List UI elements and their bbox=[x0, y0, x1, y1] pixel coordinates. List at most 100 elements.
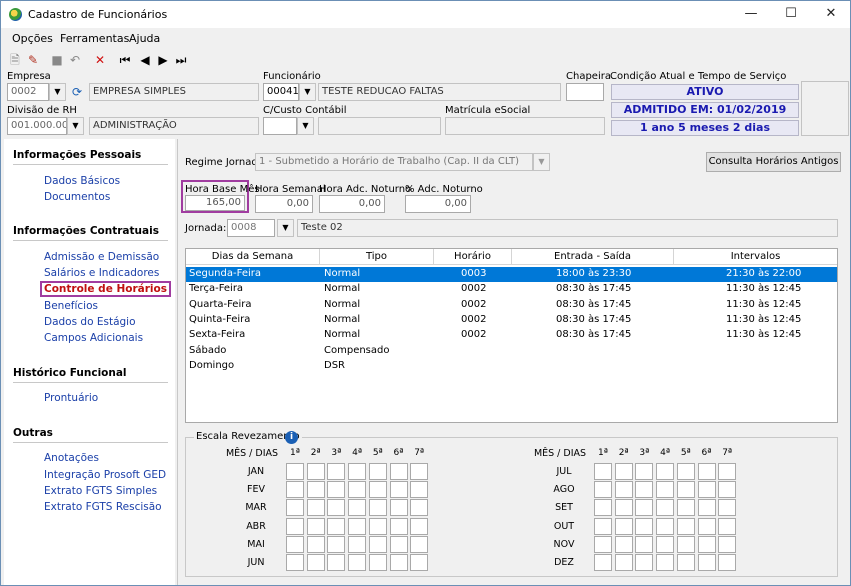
escala-day-checkbox[interactable] bbox=[697, 463, 716, 480]
escala-day-checkbox[interactable] bbox=[389, 499, 408, 517]
escala-day-checkbox[interactable] bbox=[389, 554, 408, 571]
menu-opcoes[interactable]: Opções bbox=[12, 32, 53, 45]
escala-day-checkbox[interactable] bbox=[410, 499, 429, 517]
schedule-grid[interactable]: Dias da Semana Tipo Horário Entrada - Sa… bbox=[185, 248, 838, 423]
escala-day-checkbox[interactable] bbox=[718, 463, 737, 480]
escala-day-checkbox[interactable] bbox=[614, 554, 633, 571]
ccusto-code-field[interactable] bbox=[263, 117, 297, 135]
sidebar-item-campos-adicionais[interactable]: Campos Adicionais bbox=[44, 332, 143, 344]
escala-day-checkbox[interactable] bbox=[368, 499, 387, 517]
menu-ferramentas[interactable]: Ferramentas bbox=[60, 32, 129, 45]
column-header[interactable]: Horário bbox=[434, 249, 512, 265]
escala-day-checkbox[interactable] bbox=[656, 481, 675, 499]
escala-day-checkbox[interactable] bbox=[348, 499, 367, 517]
escala-day-checkbox[interactable] bbox=[389, 535, 408, 553]
refresh-icon[interactable]: ⟳ bbox=[69, 84, 85, 100]
info-icon[interactable]: i bbox=[285, 431, 298, 444]
escala-day-checkbox[interactable] bbox=[676, 554, 695, 571]
escala-day-checkbox[interactable] bbox=[656, 554, 675, 571]
escala-day-checkbox[interactable] bbox=[697, 535, 716, 553]
escala-day-checkbox[interactable] bbox=[389, 481, 408, 499]
escala-day-checkbox[interactable] bbox=[368, 463, 387, 480]
last-record-icon[interactable]: ⏭ bbox=[173, 52, 189, 68]
escala-day-checkbox[interactable] bbox=[594, 463, 612, 480]
escala-day-checkbox[interactable] bbox=[718, 535, 737, 553]
escala-day-checkbox[interactable] bbox=[368, 481, 387, 499]
regime-select[interactable]: 1 - Submetido a Horário de Trabalho (Cap… bbox=[255, 153, 533, 171]
escala-day-checkbox[interactable] bbox=[635, 499, 654, 517]
sidebar-item-salarios[interactable]: Salários e Indicadores bbox=[44, 267, 159, 279]
escala-day-checkbox[interactable] bbox=[286, 499, 304, 517]
escala-day-checkbox[interactable] bbox=[368, 535, 387, 553]
escala-day-checkbox[interactable] bbox=[697, 554, 716, 571]
escala-day-checkbox[interactable] bbox=[410, 463, 429, 480]
escala-day-checkbox[interactable] bbox=[614, 535, 633, 553]
escala-day-checkbox[interactable] bbox=[348, 517, 367, 535]
sidebar-item-ged[interactable]: Integração Prosoft GED bbox=[44, 469, 166, 481]
escala-day-checkbox[interactable] bbox=[635, 517, 654, 535]
delete-x-icon[interactable]: ✕ bbox=[92, 52, 108, 68]
escala-day-checkbox[interactable] bbox=[635, 463, 654, 480]
escala-day-checkbox[interactable] bbox=[389, 463, 408, 480]
sidebar-item-anotacoes[interactable]: Anotações bbox=[44, 452, 99, 464]
escala-day-checkbox[interactable] bbox=[306, 463, 325, 480]
escala-day-checkbox[interactable] bbox=[697, 481, 716, 499]
escala-day-checkbox[interactable] bbox=[718, 554, 737, 571]
sidebar-item-documentos[interactable]: Documentos bbox=[44, 191, 110, 203]
escala-day-checkbox[interactable] bbox=[410, 554, 429, 571]
sidebar-item-fgts-rescisao[interactable]: Extrato FGTS Rescisão bbox=[44, 501, 162, 513]
escala-day-checkbox[interactable] bbox=[306, 554, 325, 571]
consulta-horarios-button[interactable]: Consulta Horários Antigos bbox=[706, 152, 841, 172]
escala-day-checkbox[interactable] bbox=[656, 517, 675, 535]
escala-day-checkbox[interactable] bbox=[676, 463, 695, 480]
escala-day-checkbox[interactable] bbox=[676, 517, 695, 535]
escala-day-checkbox[interactable] bbox=[697, 499, 716, 517]
escala-day-checkbox[interactable] bbox=[614, 499, 633, 517]
minimize-icon[interactable]: — bbox=[736, 4, 766, 24]
divisao-code-field[interactable]: 001.000.000 bbox=[7, 117, 67, 135]
column-header[interactable]: Entrada - Saída bbox=[512, 249, 674, 265]
chevron-down-icon[interactable]: ▼ bbox=[49, 83, 66, 101]
escala-day-checkbox[interactable] bbox=[410, 517, 429, 535]
escala-day-checkbox[interactable] bbox=[718, 481, 737, 499]
escala-day-checkbox[interactable] bbox=[594, 499, 612, 517]
sidebar-item-dados-basicos[interactable]: Dados Básicos bbox=[44, 175, 120, 187]
escala-day-checkbox[interactable] bbox=[327, 554, 346, 571]
column-header[interactable]: Dias da Semana bbox=[186, 249, 320, 265]
chevron-down-icon[interactable]: ▼ bbox=[299, 83, 316, 101]
escala-day-checkbox[interactable] bbox=[368, 517, 387, 535]
sidebar-item-fgts-simples[interactable]: Extrato FGTS Simples bbox=[44, 485, 157, 497]
escala-day-checkbox[interactable] bbox=[635, 535, 654, 553]
escala-day-checkbox[interactable] bbox=[614, 481, 633, 499]
escala-day-checkbox[interactable] bbox=[368, 554, 387, 571]
escala-day-checkbox[interactable] bbox=[306, 517, 325, 535]
close-icon[interactable]: ✕ bbox=[816, 4, 846, 24]
hora-semanal-field[interactable]: 0,00 bbox=[255, 195, 313, 213]
first-record-icon[interactable]: ⏮ bbox=[117, 52, 133, 68]
escala-day-checkbox[interactable] bbox=[635, 554, 654, 571]
escala-day-checkbox[interactable] bbox=[327, 535, 346, 553]
table-row[interactable]: Terça-Feira Normal 0002 08:30 às 17:45 11:30… bbox=[186, 282, 837, 297]
escala-day-checkbox[interactable] bbox=[327, 517, 346, 535]
escala-day-checkbox[interactable] bbox=[286, 517, 304, 535]
chevron-down-icon[interactable]: ▼ bbox=[277, 219, 294, 237]
escala-day-checkbox[interactable] bbox=[718, 517, 737, 535]
escala-day-checkbox[interactable] bbox=[327, 499, 346, 517]
escala-day-checkbox[interactable] bbox=[348, 554, 367, 571]
escala-day-checkbox[interactable] bbox=[348, 463, 367, 480]
chevron-down-icon[interactable]: ▼ bbox=[297, 117, 314, 135]
escala-day-checkbox[interactable] bbox=[348, 535, 367, 553]
menu-ajuda[interactable]: Ajuda bbox=[129, 32, 160, 45]
escala-day-checkbox[interactable] bbox=[656, 463, 675, 480]
escala-day-checkbox[interactable] bbox=[676, 499, 695, 517]
chevron-down-icon[interactable]: ▼ bbox=[533, 153, 550, 171]
column-header[interactable]: Intervalos bbox=[674, 249, 837, 265]
hora-adc-field[interactable]: 0,00 bbox=[319, 195, 385, 213]
escala-day-checkbox[interactable] bbox=[348, 481, 367, 499]
escala-day-checkbox[interactable] bbox=[410, 535, 429, 553]
escala-day-checkbox[interactable] bbox=[286, 481, 304, 499]
escala-day-checkbox[interactable] bbox=[410, 481, 429, 499]
table-row[interactable]: Domingo DSR bbox=[186, 359, 837, 374]
escala-day-checkbox[interactable] bbox=[676, 481, 695, 499]
sidebar-item-beneficios[interactable]: Benefícios bbox=[44, 300, 98, 312]
